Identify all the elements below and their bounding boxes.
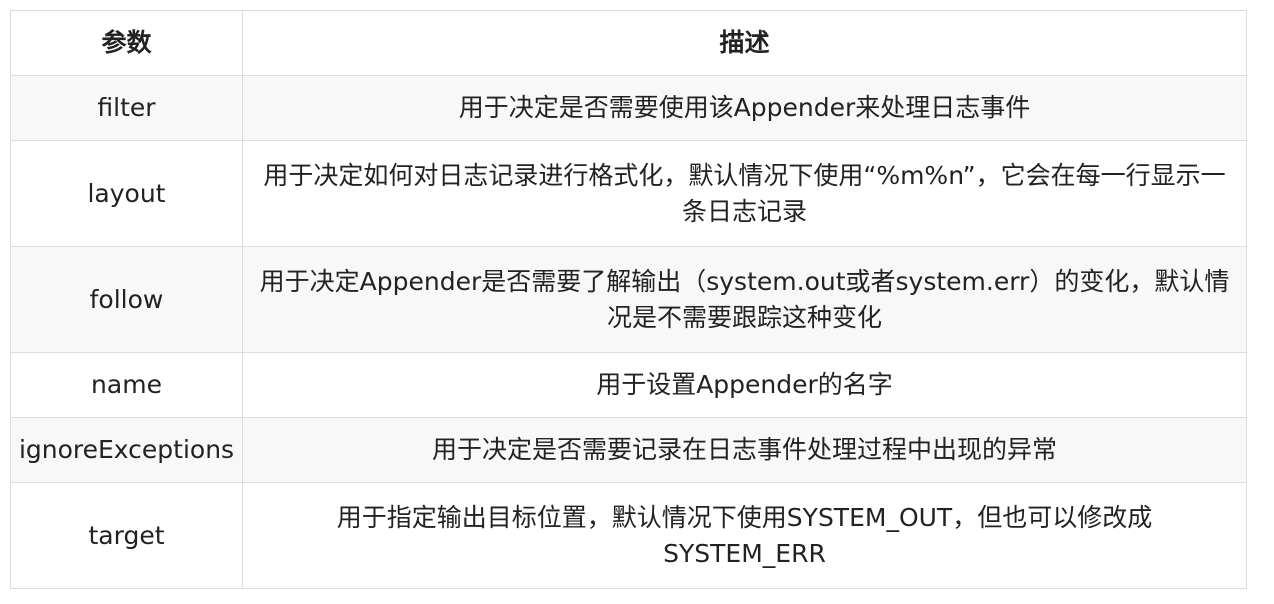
param-cell: layout	[10, 140, 243, 247]
header-param: 参数	[10, 10, 243, 76]
description-cell: 用于指定输出目标位置，默认情况下使用SYSTEM_OUT，但也可以修改成SYST…	[242, 482, 1247, 589]
param-cell: filter	[10, 75, 243, 141]
description-cell: 用于决定如何对日志记录进行格式化，默认情况下使用“%m%n”，它会在每一行显示一…	[242, 140, 1247, 247]
appender-params-table: 参数 描述 filter 用于决定是否需要使用该Appender来处理日志事件 …	[10, 10, 1247, 589]
param-cell: target	[10, 482, 243, 589]
param-cell: ignoreExceptions	[10, 417, 243, 483]
description-cell: 用于决定Appender是否需要了解输出（system.out或者system.…	[242, 246, 1247, 353]
param-cell: follow	[10, 246, 243, 353]
table-row: layout 用于决定如何对日志记录进行格式化，默认情况下使用“%m%n”，它会…	[10, 140, 1247, 247]
description-cell: 用于决定是否需要记录在日志事件处理过程中出现的异常	[242, 417, 1247, 483]
table-header-row: 参数 描述	[10, 10, 1247, 76]
description-cell: 用于决定是否需要使用该Appender来处理日志事件	[242, 75, 1247, 141]
table-row: ignoreExceptions 用于决定是否需要记录在日志事件处理过程中出现的…	[10, 417, 1247, 483]
table-row: follow 用于决定Appender是否需要了解输出（system.out或者…	[10, 246, 1247, 353]
header-description: 描述	[242, 10, 1247, 76]
table-row: target 用于指定输出目标位置，默认情况下使用SYSTEM_OUT，但也可以…	[10, 482, 1247, 589]
table-row: filter 用于决定是否需要使用该Appender来处理日志事件	[10, 75, 1247, 141]
description-cell: 用于设置Appender的名字	[242, 352, 1247, 418]
param-cell: name	[10, 352, 243, 418]
table-row: name 用于设置Appender的名字	[10, 352, 1247, 418]
